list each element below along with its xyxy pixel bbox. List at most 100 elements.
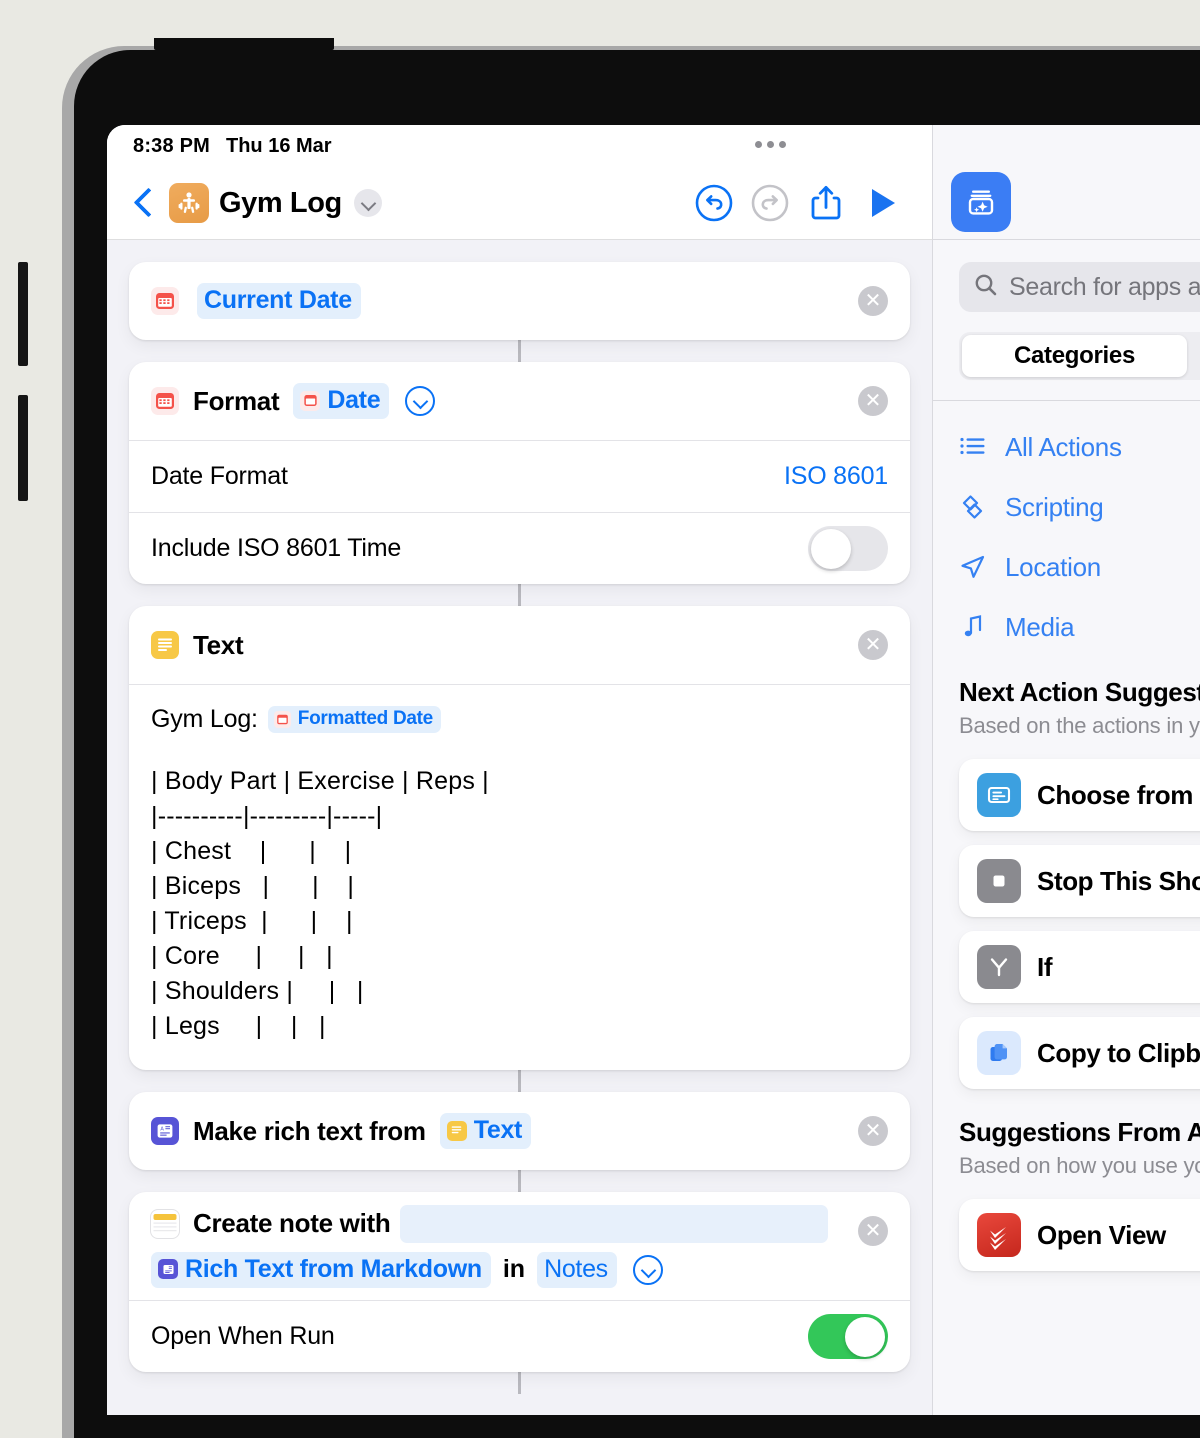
open-when-run-toggle[interactable] xyxy=(808,1314,888,1359)
share-button[interactable] xyxy=(798,179,854,227)
note-destination-token[interactable]: Notes xyxy=(537,1251,617,1288)
multitasking-dots-icon[interactable] xyxy=(755,141,786,148)
menu-icon xyxy=(977,773,1021,817)
status-bar: 8:38 PM Thu 16 Mar xyxy=(107,125,932,167)
variable-token-rich-text-markdown[interactable]: Rich Text from Markdown xyxy=(151,1251,491,1288)
notes-icon xyxy=(151,1209,179,1238)
run-button[interactable] xyxy=(854,179,910,227)
shortcut-title[interactable]: Gym Log xyxy=(219,187,342,220)
search-apps-actions-input[interactable]: Search for apps and actions xyxy=(959,262,1200,312)
shortcut-glyph-icon xyxy=(169,183,209,223)
text-prefix: Gym Log: xyxy=(151,705,258,733)
sidebar-item-media[interactable]: Media xyxy=(933,597,1200,657)
markdown-table-content[interactable]: | Body Part | Exercise | Reps | |-------… xyxy=(151,764,888,1044)
action-card-current-date[interactable]: Current Date ✕ xyxy=(129,262,910,340)
parameter-row-include-time[interactable]: Include ISO 8601 Time xyxy=(129,512,910,584)
action-header: Create note with ✕ Rich Text from Markdo… xyxy=(129,1192,910,1300)
variable-token-formatted-date[interactable]: Formatted Date xyxy=(267,706,441,733)
markdown-icon xyxy=(158,1259,178,1279)
action-title: Text xyxy=(193,629,244,660)
suggestion-copy-to-clipboard[interactable]: Copy to Clipboard xyxy=(959,1017,1200,1089)
note-name-field[interactable] xyxy=(400,1204,828,1243)
action-header: Format Date ✕ xyxy=(129,362,910,440)
parameter-label: Include ISO 8601 Time xyxy=(151,534,402,562)
shortcut-canvas[interactable]: Current Date ✕ Format Date ✕ Date Format… xyxy=(107,240,932,1415)
screenshot-root: hulry 8:38 PM Thu 16 Mar xyxy=(0,0,1200,1438)
back-button[interactable] xyxy=(129,183,159,223)
action-title: Make rich text from xyxy=(193,1115,426,1146)
branch-icon xyxy=(977,945,1021,989)
calendar-icon xyxy=(300,390,321,411)
action-header: Text ✕ xyxy=(129,606,910,684)
action-connector xyxy=(518,1070,521,1092)
volume-down-button[interactable] xyxy=(18,395,28,501)
editor-toolbar: Gym Log xyxy=(107,167,932,240)
svg-text:A: A xyxy=(160,1127,164,1133)
remove-action-button[interactable]: ✕ xyxy=(858,630,888,660)
chevron-down-icon[interactable] xyxy=(353,189,382,217)
remove-action-button[interactable]: ✕ xyxy=(858,1216,888,1246)
next-action-suggestions-section: Next Action Suggestions Based on the act… xyxy=(933,657,1200,745)
connector-word: in xyxy=(502,1255,526,1283)
add-action-button[interactable] xyxy=(951,172,1011,232)
scripting-icon xyxy=(959,493,993,521)
segment-categories[interactable]: Categories xyxy=(962,335,1187,377)
suggestion-label: If xyxy=(1037,951,1053,982)
suggestion-if[interactable]: If xyxy=(959,931,1200,1003)
volume-up-button[interactable] xyxy=(18,262,28,366)
remove-action-button[interactable]: ✕ xyxy=(858,286,888,316)
token-label: Current Date xyxy=(204,286,352,314)
section-subtitle: Based on the actions in your shortcut xyxy=(959,713,1200,738)
variable-token-current-date[interactable]: Current Date xyxy=(197,283,361,319)
include-iso-time-toggle[interactable] xyxy=(808,526,888,571)
copy-icon xyxy=(977,1031,1021,1075)
token-label: Formatted Date xyxy=(297,708,433,729)
expand-options-icon[interactable] xyxy=(632,1254,663,1285)
action-card-text[interactable]: Text ✕ Gym Log: Formatted Date | Body Pa… xyxy=(129,606,910,1070)
remove-action-button[interactable]: ✕ xyxy=(858,386,888,416)
suggestion-label: Choose from Menu xyxy=(1037,779,1200,810)
category-label: Location xyxy=(1005,551,1101,582)
suggestion-label: Open View xyxy=(1037,1219,1166,1250)
stop-icon xyxy=(977,859,1021,903)
parameter-row-open-when-run[interactable]: Open When Run xyxy=(129,1300,910,1372)
sidebar-item-location[interactable]: Location xyxy=(933,537,1200,597)
list-icon xyxy=(959,434,993,460)
undo-button[interactable] xyxy=(686,179,742,227)
parameter-row-date-format[interactable]: Date Format ISO 8601 xyxy=(129,440,910,512)
suggestion-choose-from-menu[interactable]: Choose from Menu xyxy=(959,759,1200,831)
token-label: Text xyxy=(473,1116,523,1144)
action-header-second-line: Rich Text from Markdown in Notes xyxy=(151,1251,888,1288)
text-icon xyxy=(446,1120,467,1141)
shortcut-editor-pane: 8:38 PM Thu 16 Mar Gym Log Current Date … xyxy=(107,125,932,1415)
action-card-format-date[interactable]: Format Date ✕ Date Format ISO 8601 Inclu… xyxy=(129,362,910,584)
variable-token-text[interactable]: Text xyxy=(439,1113,532,1149)
parameter-value[interactable]: ISO 8601 xyxy=(784,462,888,491)
sidebar-item-all-actions[interactable]: All Actions xyxy=(933,417,1200,477)
variable-token-date[interactable]: Date xyxy=(293,383,390,419)
section-title: Suggestions From Apps xyxy=(959,1117,1200,1147)
text-icon xyxy=(151,631,179,659)
suggestion-open-view[interactable]: Open View xyxy=(959,1199,1200,1271)
token-label: Rich Text from Markdown xyxy=(185,1254,482,1283)
sidebar-item-scripting[interactable]: Scripting xyxy=(933,477,1200,537)
category-list: All Actions Scripting Location Media xyxy=(933,401,1200,657)
action-header: A Make rich text from Text ✕ xyxy=(129,1092,910,1170)
category-label: Media xyxy=(1005,611,1075,642)
remove-action-button[interactable]: ✕ xyxy=(858,1116,888,1146)
expand-options-icon[interactable] xyxy=(405,386,436,416)
suggestion-label: Stop This Shortcut xyxy=(1037,865,1200,896)
action-connector xyxy=(518,1170,521,1192)
text-first-line: Gym Log: Formatted Date xyxy=(151,705,888,734)
library-segmented-control[interactable]: Categories xyxy=(959,332,1200,380)
redo-button[interactable] xyxy=(742,179,798,227)
section-title: Next Action Suggestions xyxy=(959,677,1200,707)
action-card-make-rich-text[interactable]: A Make rich text from Text ✕ xyxy=(129,1092,910,1170)
text-action-body[interactable]: Gym Log: Formatted Date | Body Part | Ex… xyxy=(129,684,910,1070)
action-connector xyxy=(518,584,521,606)
action-connector xyxy=(518,1372,521,1394)
suggestion-stop-this-shortcut[interactable]: Stop This Shortcut xyxy=(959,845,1200,917)
sidebar-top-bar xyxy=(933,125,1200,240)
action-card-create-note[interactable]: Create note with ✕ Rich Text from Markdo… xyxy=(129,1192,910,1372)
calendar-icon xyxy=(151,287,179,315)
